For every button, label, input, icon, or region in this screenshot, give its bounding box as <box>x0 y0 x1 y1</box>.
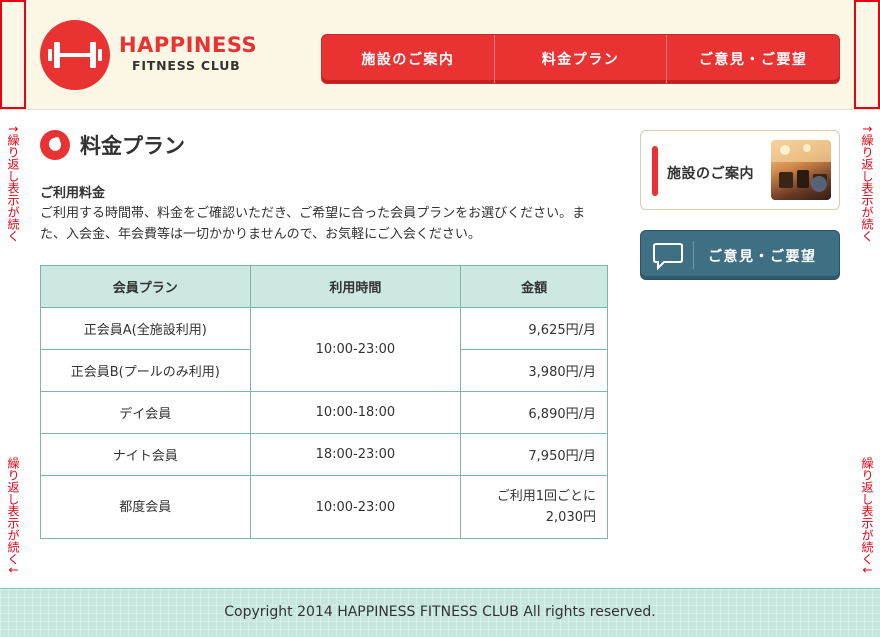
plan-name: 都度会員 <box>40 475 251 539</box>
plan-price: 9,625円/月 <box>460 307 608 350</box>
speech-bubble-icon <box>653 243 683 270</box>
feedback-label: ご意見・ご要望 <box>708 249 817 265</box>
repeat-label-top-right: ↑繰り返し表示が続く <box>860 124 874 243</box>
pricing-table: 会員プラン 利用時間 金額 正会員A(全施設利用) 10:00-23:00 9,… <box>40 265 608 539</box>
plan-price: 7,950円/月 <box>460 433 608 476</box>
usage-time: 10:00-23:00 <box>249 475 462 539</box>
button-divider <box>693 241 694 269</box>
logo-subtitle: FITNESS CLUB <box>132 58 241 73</box>
header-plan: 会員プラン <box>40 265 251 308</box>
repeat-label-top-left: ↑繰り返し表示が続く <box>6 124 20 243</box>
plan-price: ご利用1回ごとに 2,030円 <box>460 475 608 539</box>
plan-name: 正会員A(全施設利用) <box>40 307 251 350</box>
logo-title: HAPPINESS <box>119 33 258 57</box>
header-price: 金額 <box>460 265 608 308</box>
plan-price: 6,890円/月 <box>460 391 608 434</box>
table-row: 都度会員 10:00-23:00 ご利用1回ごとに 2,030円 <box>40 475 608 539</box>
plan-name: ナイト会員 <box>40 433 251 476</box>
nav-item-pricing[interactable]: 料金プラン <box>493 35 667 83</box>
facility-guide-label: 施設のご案内 <box>667 166 754 182</box>
usage-time: 18:00-23:00 <box>249 433 462 476</box>
plan-name: 正会員B(プールのみ利用) <box>40 349 251 392</box>
page-title-block: 料金プラン <box>40 130 185 160</box>
plan-name: デイ会員 <box>40 391 251 434</box>
price-line-1: ご利用1回ごとに <box>496 489 596 504</box>
gym-photo <box>771 140 831 200</box>
section-heading: ご利用料金 <box>40 186 106 201</box>
facility-guide-banner[interactable]: 施設のご案内 <box>640 130 840 210</box>
usage-time: 10:00-23:00 <box>249 307 462 392</box>
feedback-button[interactable]: ご意見・ご要望 <box>640 230 840 280</box>
repeat-label-bottom-left: 繰り返し表示が続く↓ <box>6 457 20 576</box>
table-row: 正会員A(全施設利用) 10:00-23:00 9,625円/月 <box>40 307 608 392</box>
repeat-marker-top-left <box>0 0 26 109</box>
accent-bar <box>652 146 658 196</box>
plan-price: 3,980円/月 <box>460 349 608 392</box>
table-row: デイ会員 10:00-18:00 6,890円/月 <box>40 391 608 434</box>
global-nav: 施設のご案内 料金プラン ご意見・ご要望 <box>321 34 840 84</box>
footer: Copyright 2014 HAPPINESS FITNESS CLUB Al… <box>0 588 880 637</box>
header-time: 利用時間 <box>249 265 462 308</box>
nav-item-facilities[interactable]: 施設のご案内 <box>322 35 494 83</box>
repeat-label-bottom-right: 繰り返し表示が続く↓ <box>860 457 874 576</box>
nav-item-feedback[interactable]: ご意見・ご要望 <box>666 35 839 83</box>
price-line-2: 2,030円 <box>545 510 596 525</box>
usage-time: 10:00-18:00 <box>249 391 462 434</box>
table-row: ナイト会員 18:00-23:00 7,950円/月 <box>40 433 608 476</box>
repeat-marker-top-right <box>854 0 880 109</box>
intro-text: ご利用する時間帯、料金をご確認いただき、ご希望に合った会員プランをお選びください… <box>40 206 586 242</box>
table-header-row: 会員プラン 利用時間 金額 <box>40 265 608 308</box>
leaf-icon <box>40 130 70 160</box>
site-logo[interactable]: HAPPINESS FITNESS CLUB <box>40 20 257 90</box>
page-title: 料金プラン <box>80 134 185 158</box>
copyright: Copyright 2014 HAPPINESS FITNESS CLUB Al… <box>224 604 656 620</box>
header: HAPPINESS FITNESS CLUB 施設のご案内 料金プラン ご意見・… <box>0 0 880 110</box>
dumbbell-icon <box>40 20 110 90</box>
